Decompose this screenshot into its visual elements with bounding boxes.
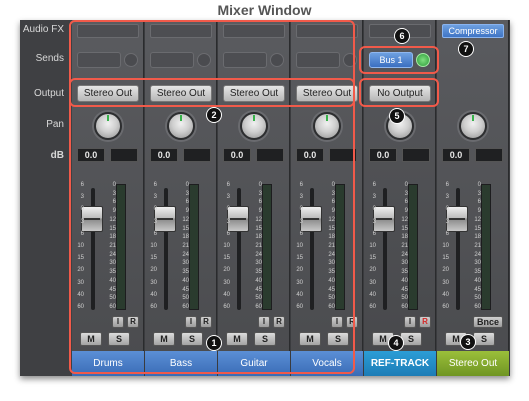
callout-box-output-row <box>69 78 355 107</box>
meter-scale-tick: 35 <box>401 269 408 276</box>
audio-fx-slot-compressor[interactable]: Compressor <box>442 24 504 38</box>
fader-scale-tick: 30 <box>442 279 449 286</box>
fader-scale-tick: 6 <box>445 230 449 237</box>
meter-scale-tick: 50 <box>401 295 408 302</box>
meter-scale-tick: 18 <box>474 234 481 241</box>
fader-scale-tick: 20 <box>442 267 449 274</box>
volume-readout: 0.0 <box>369 148 397 162</box>
fader-scale-tick: 3 <box>372 218 376 225</box>
pan-indicator <box>472 115 474 121</box>
meter-scale-tick: 12 <box>474 216 481 223</box>
mixer-window: Audio FX Sends Output Pan dB Stereo Out … <box>20 20 510 376</box>
volume-fader[interactable] <box>446 206 468 232</box>
meter-scale-tick: 21 <box>401 243 408 249</box>
meter-scale-tick: 0 <box>477 182 481 188</box>
sends-label: Sends <box>35 53 64 64</box>
callout-badge-6: 6 <box>395 29 409 43</box>
meter-scale-tick: 15 <box>401 225 408 232</box>
callout-badge-1: 1 <box>207 336 221 350</box>
meter-scale-tick: 9 <box>477 208 481 215</box>
fader-scale-tick: 3 <box>445 194 449 201</box>
meter-scale-tick: 60 <box>474 304 481 310</box>
fader-scale: 6 3 0 3 6 10 15 20 30 40 60 <box>437 182 449 310</box>
callout-badge-3: 3 <box>461 335 475 349</box>
fader-scale: 6 3 0 3 6 10 15 20 30 40 60 <box>364 182 376 310</box>
fader-scale-tick: 15 <box>369 255 376 262</box>
page-title: Mixer Window <box>217 2 312 18</box>
callout-badge-2: 2 <box>207 108 221 122</box>
level-meter <box>408 184 418 310</box>
meter-scale-tick: 30 <box>401 260 408 267</box>
meter-scale-tick: 6 <box>477 199 481 206</box>
pan-label: Pan <box>46 119 64 130</box>
fader-scale-tick: 0 <box>372 206 376 213</box>
input-monitor-button[interactable]: I <box>404 316 416 328</box>
plugin-name: Compressor <box>448 26 498 36</box>
meter-scale-tick: 45 <box>401 286 408 293</box>
meter-scale-tick: 18 <box>401 234 408 241</box>
solo-button[interactable]: S <box>473 332 495 346</box>
callout-badge-7: 7 <box>459 42 473 56</box>
fader-scale-tick: 60 <box>369 304 376 310</box>
db-label: dB <box>50 150 64 161</box>
fader-scale-tick: 40 <box>442 291 449 298</box>
callout-badge-4: 4 <box>389 336 403 350</box>
audio-fx-label: Audio FX <box>22 24 64 35</box>
meter-scale-tick: 21 <box>474 243 481 249</box>
record-enable-button[interactable]: R <box>419 316 431 328</box>
meter-scale: 0 3 6 9 12 15 18 21 24 30 35 40 45 50 60 <box>394 182 408 310</box>
row-labels: Audio FX Sends Output Pan dB <box>20 20 72 376</box>
fader-scale-tick: 6 <box>445 182 449 188</box>
callout-badge-5: 5 <box>390 109 404 123</box>
fader-scale-tick: 0 <box>445 206 449 213</box>
meter-scale-tick: 40 <box>401 277 408 284</box>
fader-scale-tick: 10 <box>369 243 376 249</box>
level-meter <box>481 184 491 310</box>
fader-scale-tick: 60 <box>442 304 449 310</box>
bounce-button[interactable]: Bnce <box>473 316 503 328</box>
fader-scale-tick: 10 <box>442 243 449 249</box>
track-name[interactable]: Stereo Out <box>437 351 509 376</box>
fader-scale-tick: 30 <box>369 279 376 286</box>
fader-scale-tick: 3 <box>445 218 449 225</box>
output-label: Output <box>33 88 64 99</box>
fader-scale-tick: 15 <box>442 255 449 262</box>
fader-scale-tick: 20 <box>369 267 376 274</box>
meter-scale-tick: 35 <box>474 269 481 276</box>
solo-button[interactable]: S <box>400 332 422 346</box>
fader-scale-tick: 6 <box>372 230 376 237</box>
fader-scale-tick: 3 <box>372 194 376 201</box>
fader-scale-tick: 40 <box>369 291 376 298</box>
pan-knob[interactable] <box>459 112 487 140</box>
channel-strip-stereo-out: Compressor 0.0 Bnce M S Stereo Out 63036… <box>437 20 509 376</box>
meter-scale-tick: 3 <box>477 190 481 197</box>
meter-scale-tick: 6 <box>404 199 408 206</box>
meter-scale-tick: 24 <box>401 251 408 258</box>
peak-readout <box>402 148 430 162</box>
meter-scale-tick: 45 <box>474 286 481 293</box>
callout-box-no-output <box>359 78 439 107</box>
meter-scale-tick: 40 <box>474 277 481 284</box>
meter-scale-tick: 24 <box>474 251 481 258</box>
meter-scale-tick: 15 <box>474 225 481 232</box>
volume-readout: 0.0 <box>442 148 470 162</box>
meter-scale-tick: 0 <box>404 182 408 188</box>
meter-scale-tick: 12 <box>401 216 408 223</box>
meter-scale-tick: 60 <box>401 304 408 310</box>
peak-readout <box>475 148 503 162</box>
callout-box-tracks <box>69 20 355 374</box>
meter-scale: 0 3 6 9 12 15 18 21 24 30 35 40 45 50 60 <box>467 182 481 310</box>
track-name[interactable]: REF-TRACK <box>364 351 436 376</box>
meter-scale-tick: 30 <box>474 260 481 267</box>
fader-scale-tick: 6 <box>372 182 376 188</box>
volume-fader[interactable] <box>373 206 395 232</box>
meter-scale-tick: 3 <box>404 190 408 197</box>
meter-scale-tick: 50 <box>474 295 481 302</box>
callout-box-send <box>359 46 439 74</box>
meter-scale-tick: 9 <box>404 208 408 215</box>
